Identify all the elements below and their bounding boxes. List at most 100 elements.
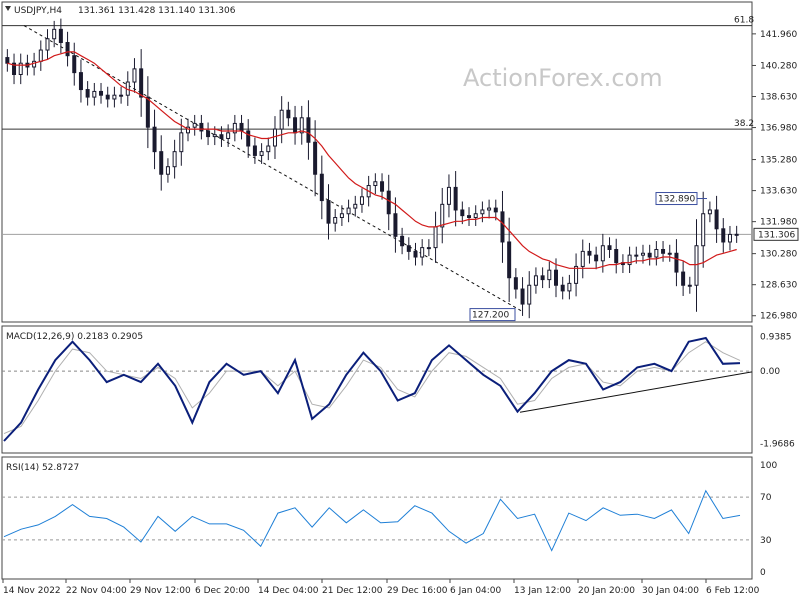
macd-axis-label: 0.9385 <box>760 333 792 343</box>
candle-body <box>667 252 672 255</box>
candle-body <box>507 241 512 279</box>
candle-body <box>734 233 739 236</box>
macd-title: MACD(12,26,9) 0.2183 0.2905 <box>6 332 143 342</box>
candle-body <box>493 207 498 213</box>
rsi-axis-label: 0 <box>760 568 766 578</box>
candle-body <box>306 117 311 143</box>
candle-body <box>38 49 43 62</box>
time-axis-label: 22 Nov 04:00 <box>66 586 127 596</box>
candle-body <box>293 117 298 134</box>
candle-body <box>473 213 478 219</box>
price-axis-label: 135.280 <box>760 156 797 166</box>
price-axis-label: 131.980 <box>760 218 797 228</box>
candle-body <box>152 126 157 153</box>
price-chart-canvas: ActionForex.com USDJPY,H4 131.361 131.42… <box>0 0 800 600</box>
candle-body <box>453 186 458 211</box>
candle-body <box>594 254 599 262</box>
candle-body <box>480 209 485 215</box>
candle-body <box>165 166 170 175</box>
candle-body <box>600 245 605 262</box>
candle-body <box>721 228 726 243</box>
candle-body <box>239 122 244 132</box>
candle-body <box>259 151 264 156</box>
candle-body <box>406 245 411 252</box>
candle-body <box>527 284 532 305</box>
time-axis-label: 6 Feb 12:00 <box>706 586 760 596</box>
candle-body <box>132 68 137 83</box>
candle-body <box>192 122 197 128</box>
candle-body <box>145 96 150 128</box>
candle-body <box>252 145 257 156</box>
time-axis-label: 13 Jan 12:00 <box>514 586 571 596</box>
candle-body <box>286 109 291 119</box>
candle-body <box>219 134 224 139</box>
candle-body <box>105 94 110 100</box>
candle-body <box>226 132 231 139</box>
fib-level-label: 61.8 <box>734 16 754 26</box>
time-axis-label: 29 Dec 16:00 <box>387 586 448 596</box>
candle-body <box>172 151 177 168</box>
candle-body <box>701 213 706 247</box>
price-axis-label: 138.630 <box>760 93 797 103</box>
symbol-label: USDJPY,H4 <box>14 6 62 16</box>
candle-body <box>727 233 732 243</box>
candle-body <box>212 134 217 138</box>
candle-body <box>413 250 418 258</box>
candle-body <box>112 94 117 100</box>
price-axis-label: 130.280 <box>760 250 797 260</box>
candle-body <box>380 181 385 192</box>
candle-body <box>400 235 405 247</box>
candle-body <box>487 207 492 211</box>
candle-body <box>353 203 358 209</box>
candle-body <box>206 130 211 138</box>
swing-low-label: 127.200 <box>472 311 509 321</box>
candle-body <box>533 275 538 286</box>
candle-body <box>567 282 572 292</box>
candle-body <box>52 28 57 40</box>
candle-body <box>326 200 331 224</box>
candle-body <box>580 250 585 267</box>
candle-body <box>674 252 679 273</box>
candle-body <box>313 141 318 175</box>
candle-body <box>647 252 652 258</box>
price-axis-label: 141.960 <box>760 30 797 40</box>
candle-body <box>547 269 552 281</box>
candle-body <box>440 203 445 228</box>
candle-body <box>433 226 438 249</box>
candle-body <box>554 269 558 286</box>
candle-body <box>614 248 619 264</box>
rsi-axis-label: 70 <box>760 493 772 503</box>
candle-body <box>266 145 271 153</box>
candle-body <box>420 247 425 258</box>
candle-body <box>520 288 525 305</box>
candle-body <box>346 207 351 215</box>
candle-body <box>85 89 90 98</box>
candle-body <box>359 196 364 205</box>
candle-body <box>714 209 719 230</box>
candle-body <box>373 181 378 187</box>
candle-body <box>607 245 612 250</box>
price-axis-label: 136.980 <box>760 124 797 134</box>
candle-body <box>560 284 565 292</box>
candle-body <box>119 94 124 97</box>
candle-body <box>587 250 592 256</box>
candle-body <box>540 275 545 281</box>
candle-body <box>333 217 338 224</box>
candle-body <box>78 72 83 91</box>
candle-body <box>279 109 284 130</box>
candle-body <box>460 209 465 217</box>
time-axis-label: 20 Jan 20:00 <box>578 586 635 596</box>
candle-body <box>45 38 50 51</box>
candle-body <box>687 284 692 287</box>
candle-body <box>159 151 164 175</box>
candle-body <box>32 60 37 68</box>
candle-body <box>513 277 518 290</box>
time-axis-label: 21 Dec 12:00 <box>322 586 383 596</box>
macd-axis-label: -1.9686 <box>760 439 795 449</box>
candle-body <box>319 173 324 202</box>
candle-body <box>426 247 431 250</box>
candle-body <box>467 215 472 219</box>
candle-body <box>500 211 505 243</box>
candle-body <box>386 190 391 215</box>
candle-body <box>139 68 144 98</box>
